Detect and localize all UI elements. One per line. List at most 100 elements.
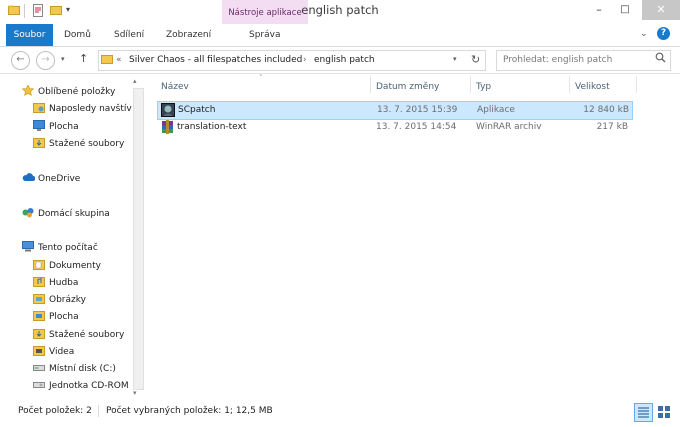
nav-item-label: Plocha [49,122,79,132]
close-button[interactable]: ✕ [642,0,680,20]
refresh-icon[interactable]: ↻ [471,53,480,66]
scroll-up-icon[interactable]: ▴ [133,77,137,85]
homegroup-icon [22,207,34,218]
tab-share[interactable]: Sdílení [114,24,144,46]
nav-item-label: Dokumenty [49,261,101,271]
file-row-selected[interactable]: SCpatch 13. 7. 2015 15:39 Aplikace 12 84… [157,101,633,120]
scroll-down-icon[interactable]: ▾ [133,389,137,397]
nav-favorites[interactable]: Oblíbené položky [21,84,116,100]
breadcrumb-separator: › [303,55,307,65]
nav-item-desktop-fav[interactable]: Plocha [33,119,79,135]
nav-homegroup[interactable]: Domácí skupina [22,206,110,222]
downloads-icon [33,137,45,148]
breadcrumb-silver-chaos[interactable]: Silver Chaos - all filespatches included [129,55,302,65]
nav-item-downloads-fav[interactable]: Stažené soubory [33,136,124,152]
search-icon[interactable] [655,52,666,66]
nav-homegroup-label: Domácí skupina [38,209,110,219]
nav-item-label: Místní disk (C:) [49,364,116,374]
window-title: english patch [301,3,379,17]
nav-item-label: Jednotka CD-ROM [49,381,129,391]
qat-divider [24,4,25,18]
status-divider [98,405,99,417]
nav-onedrive[interactable]: OneDrive [22,171,80,187]
folder-icon [101,53,113,68]
new-folder-icon[interactable] [50,4,62,19]
nav-favorites-label: Oblíbené položky [38,87,116,97]
column-divider[interactable] [370,76,371,93]
details-view-icon[interactable] [634,403,653,422]
nav-this-pc[interactable]: Tento počítač [22,240,98,256]
nav-item-label: Hudba [49,278,79,288]
downloads-icon [33,328,45,339]
nav-this-pc-label: Tento počítač [38,243,98,253]
nav-item-label: Naposledy navštív [49,104,132,114]
qat-dropdown-icon[interactable]: ▾ [66,5,70,14]
column-type[interactable]: Typ [476,82,491,92]
address-dropdown-icon[interactable]: ▾ [453,55,457,63]
file-size: 217 kB [596,122,628,132]
nav-item-local-disk[interactable]: Místní disk (C:) [33,361,116,377]
file-type: Aplikace [477,105,515,115]
status-bar [0,402,680,427]
expand-ribbon-icon[interactable]: ⌄ [640,29,648,39]
nav-scrollbar-thumb[interactable] [133,88,144,390]
column-divider[interactable] [470,76,471,93]
up-arrow-icon[interactable]: ↑ [79,52,88,65]
status-selection: Počet vybraných položek: 1; 12,5 MB [106,406,273,416]
ribbon [0,24,680,47]
nav-item-desktop[interactable]: Plocha [33,309,79,325]
file-row[interactable]: translation-text 13. 7. 2015 14:54 WinRA… [157,119,631,136]
nav-item-cd-rom[interactable]: Jednotka CD-ROM [33,378,129,394]
recent-places-icon [33,102,45,113]
nav-item-recent[interactable]: Naposledy navštív [33,101,132,117]
column-name[interactable]: Název [161,82,189,92]
nav-item-label: Obrázky [49,295,86,305]
large-icons-view-icon[interactable] [655,403,672,420]
documents-folder-icon [33,259,45,270]
hard-drive-icon [33,362,45,373]
desktop-folder-icon [33,310,45,321]
properties-icon[interactable] [32,4,44,19]
winrar-archive-icon [161,120,174,137]
computer-icon [22,241,34,252]
file-type: WinRAR archiv [476,122,542,132]
music-folder-icon [33,276,45,287]
file-name: SCpatch [178,105,216,115]
tab-home[interactable]: Domů [64,24,91,46]
column-divider[interactable] [636,76,637,93]
desktop-icon [33,120,45,131]
tab-manage[interactable]: Správa [249,24,280,46]
pictures-folder-icon [33,293,45,304]
nav-item-label: Stažené soubory [49,139,125,149]
nav-onedrive-label: OneDrive [38,174,81,184]
back-button[interactable]: ← [11,51,30,70]
column-date[interactable]: Datum změny [376,82,439,92]
nav-item-label: Videa [49,347,75,357]
help-icon[interactable]: ? [657,27,670,40]
tab-view[interactable]: Zobrazení [166,24,211,46]
maximize-button[interactable]: □ [612,0,638,20]
minimize-button[interactable]: – [586,0,612,20]
cd-drive-icon [33,379,45,390]
tab-file[interactable]: Soubor [6,24,53,46]
star-icon [21,84,35,96]
cloud-icon [22,172,36,183]
sort-indicator-icon: ˄ [259,74,263,82]
status-item-count: Počet položek: 2 [18,406,92,416]
column-divider[interactable] [569,76,570,93]
forward-button[interactable]: → [36,51,55,70]
column-size[interactable]: Velikost [575,82,610,92]
nav-item-music[interactable]: Hudba [33,275,78,291]
nav-item-pictures[interactable]: Obrázky [33,292,86,308]
folder-icon[interactable] [8,4,20,19]
application-icon [161,103,175,120]
videos-folder-icon [33,345,45,356]
file-date: 13. 7. 2015 14:54 [376,122,457,132]
breadcrumb-english-patch[interactable]: english patch [314,55,375,65]
search-placeholder: Prohledat: english patch [503,55,613,65]
nav-item-documents[interactable]: Dokumenty [33,258,101,274]
recent-locations-icon[interactable]: ▾ [61,55,65,63]
nav-item-videos[interactable]: Videa [33,344,74,360]
address-overflow[interactable]: « [116,55,122,65]
nav-item-downloads[interactable]: Stažené soubory [33,327,124,343]
